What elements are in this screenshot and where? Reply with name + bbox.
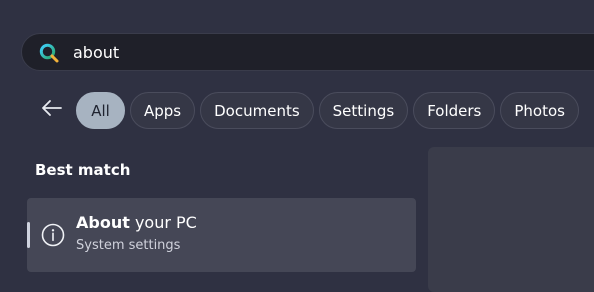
back-button[interactable] <box>38 97 64 123</box>
filter-photos[interactable]: Photos <box>500 92 579 129</box>
search-input[interactable] <box>73 34 473 70</box>
filter-apps[interactable]: Apps <box>130 92 196 129</box>
result-title-rest: your PC <box>129 213 197 232</box>
filter-folders[interactable]: Folders <box>413 92 496 129</box>
selection-indicator <box>27 222 30 248</box>
info-icon <box>40 222 66 248</box>
filter-documents[interactable]: Documents <box>200 92 314 129</box>
result-about-your-pc[interactable]: About your PC System settings <box>27 198 416 272</box>
best-match-heading: Best match <box>35 161 131 179</box>
back-arrow-icon <box>40 99 62 121</box>
filter-all[interactable]: All <box>76 92 125 129</box>
search-icon <box>38 42 60 64</box>
search-box[interactable] <box>21 33 594 71</box>
preview-pane <box>428 147 594 292</box>
filter-chips: All Apps Documents Settings Folders Phot… <box>76 92 579 129</box>
result-title: About your PC <box>76 213 197 232</box>
filter-settings[interactable]: Settings <box>318 92 409 129</box>
result-title-match: About <box>76 213 130 232</box>
result-subtitle: System settings <box>76 238 181 253</box>
